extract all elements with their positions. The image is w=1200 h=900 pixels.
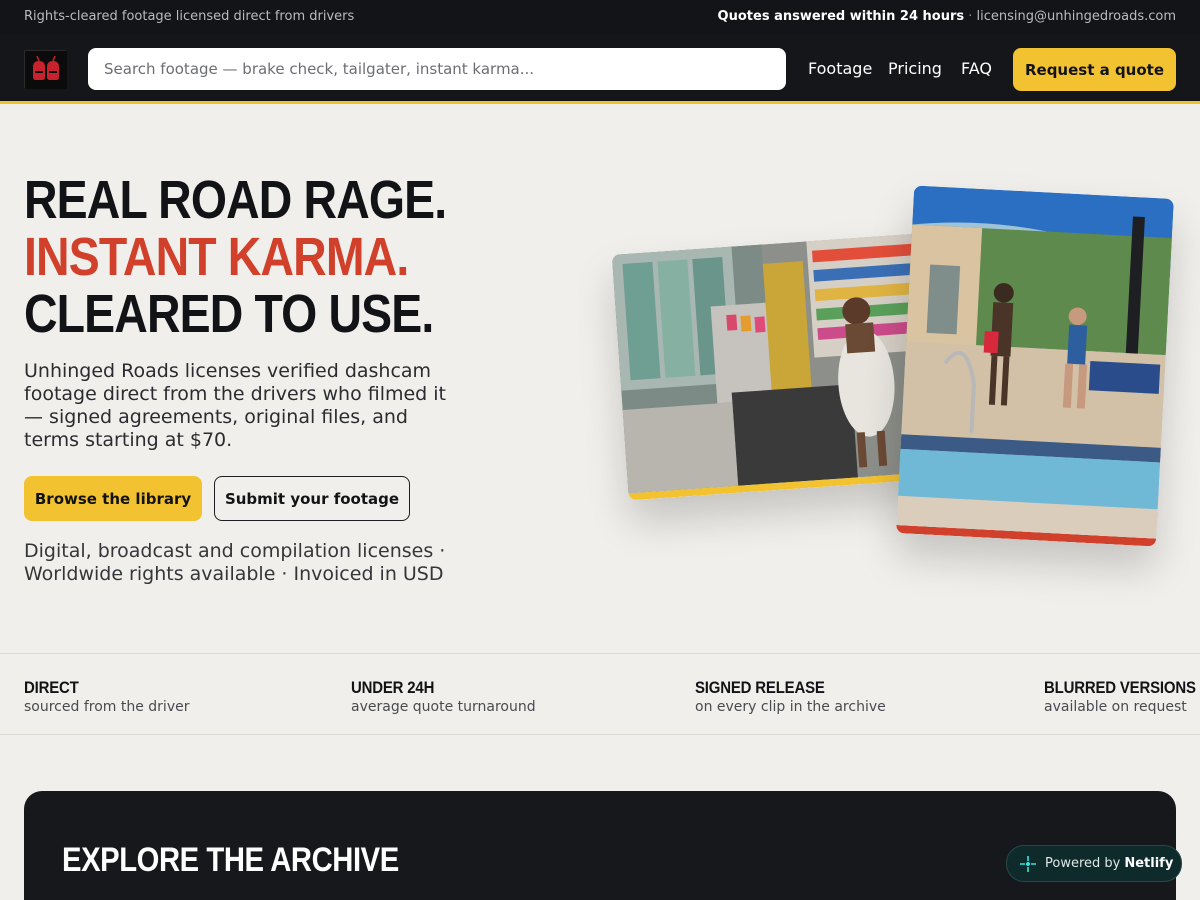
announcement-bar: Rights-cleared footage licensed direct f… bbox=[0, 0, 1200, 34]
archive-heading: EXPLORE THE ARCHIVE bbox=[62, 841, 399, 879]
submit-footage-button[interactable]: Submit your footage bbox=[214, 476, 410, 521]
main-navigation: Footage Pricing FAQ Request a quote bbox=[0, 34, 1200, 104]
request-quote-button[interactable]: Request a quote bbox=[1013, 48, 1176, 91]
nav-link-pricing[interactable]: Pricing bbox=[888, 59, 942, 78]
stat-title: SIGNED RELEASE bbox=[695, 678, 825, 697]
store-scene-image bbox=[611, 233, 934, 494]
stat-description: average quote turnaround bbox=[351, 699, 536, 715]
stat-description: available on request bbox=[1044, 699, 1187, 715]
netlify-badge-prefix: Powered by bbox=[1045, 856, 1121, 871]
pool-scene-image bbox=[896, 185, 1174, 539]
headline-line-1: REAL ROAD RAGE. bbox=[24, 170, 447, 230]
netlify-icon bbox=[1020, 855, 1036, 872]
browse-library-button[interactable]: Browse the library bbox=[24, 476, 202, 521]
stat-description: sourced from the driver bbox=[24, 699, 190, 715]
stat-title: UNDER 24H bbox=[351, 678, 435, 697]
stat-signed-release: SIGNED RELEASE on every clip in the arch… bbox=[695, 678, 886, 715]
stat-description: on every clip in the archive bbox=[695, 699, 886, 715]
stat-turnaround: UNDER 24H average quote turnaround bbox=[351, 678, 536, 715]
contact-info: Quotes answered within 24 hours · licens… bbox=[718, 9, 1176, 24]
footage-thumbnail-store[interactable] bbox=[611, 233, 935, 501]
site-logo[interactable] bbox=[24, 50, 67, 89]
stat-direct: DIRECT sourced from the driver bbox=[24, 678, 189, 715]
quote-turnaround-text: Quotes answered within 24 hours bbox=[717, 9, 965, 24]
contact-email-link[interactable]: licensing@unhingedroads.com bbox=[977, 9, 1176, 24]
stat-blurred-versions: BLURRED VERSIONS available on request bbox=[1044, 678, 1200, 715]
headline-line-2: INSTANT KARMA. bbox=[24, 227, 409, 287]
stat-title: DIRECT bbox=[24, 678, 79, 697]
netlify-badge[interactable]: Powered by Netlify bbox=[1006, 845, 1182, 882]
boxing-gloves-logo-icon bbox=[25, 51, 67, 89]
announcement-text: Rights-cleared footage licensed direct f… bbox=[24, 9, 355, 24]
stat-title: BLURRED VERSIONS bbox=[1044, 678, 1196, 697]
license-info: Digital, broadcast and compilation licen… bbox=[24, 540, 446, 585]
stats-strip: DIRECT sourced from the driver UNDER 24H… bbox=[0, 653, 1200, 735]
search-input[interactable] bbox=[88, 48, 786, 90]
headline-line-3: CLEARED TO USE. bbox=[24, 284, 434, 344]
archive-section: EXPLORE THE ARCHIVE bbox=[24, 791, 1176, 900]
netlify-badge-brand: Netlify bbox=[1124, 856, 1174, 871]
nav-link-faq[interactable]: FAQ bbox=[961, 59, 992, 78]
separator: · bbox=[968, 9, 973, 24]
hero-description: Unhinged Roads licenses verified dashcam… bbox=[24, 360, 447, 451]
footage-thumbnail-pool[interactable] bbox=[896, 185, 1174, 547]
nav-link-footage[interactable]: Footage bbox=[808, 59, 872, 78]
hero-headline: REAL ROAD RAGE. INSTANT KARMA. CLEARED T… bbox=[24, 170, 447, 344]
